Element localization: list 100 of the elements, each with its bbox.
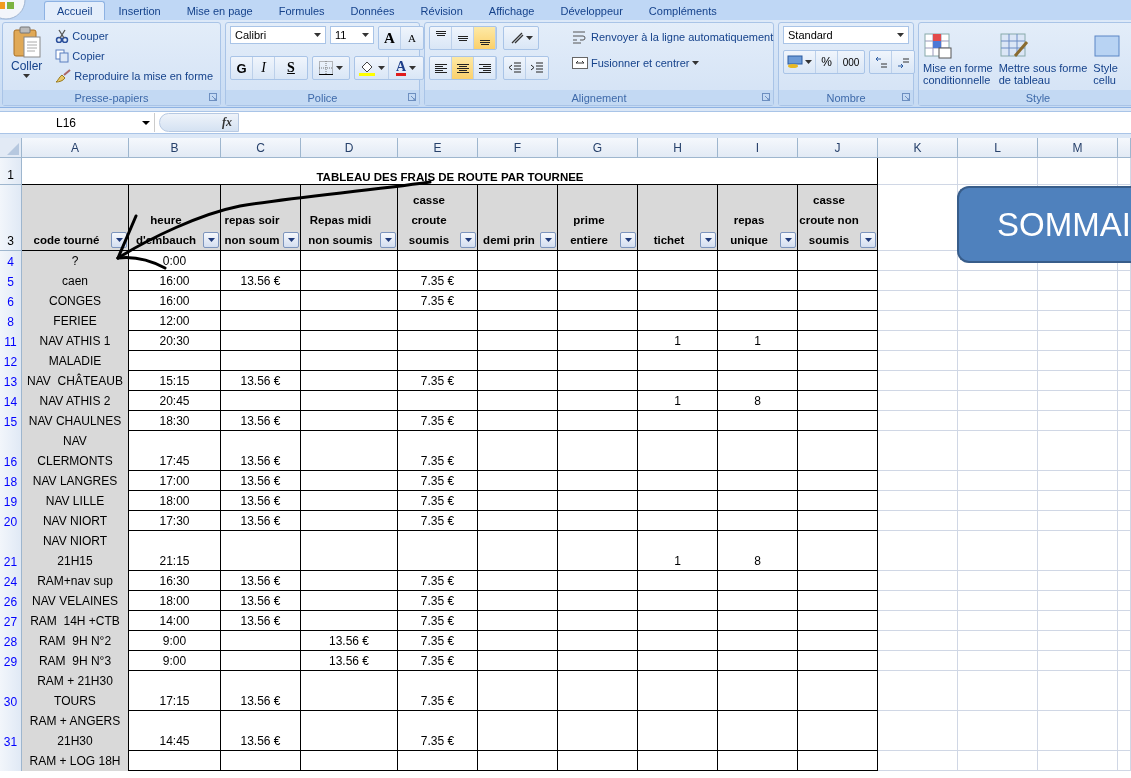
ribbon-tab[interactable]: Affichage (475, 1, 548, 20)
number-format-field[interactable]: Standard (783, 26, 909, 44)
format-painter-button[interactable]: Reproduire la mise en forme (52, 67, 217, 85)
shrink-font-button[interactable]: A (401, 27, 423, 49)
table-cell-text: 7.35 € (420, 593, 455, 610)
filter-button[interactable] (780, 232, 796, 248)
name-box[interactable]: L16 (0, 113, 155, 132)
filter-button[interactable] (860, 232, 876, 248)
cut-button[interactable]: Couper (52, 27, 217, 45)
row-header[interactable]: 20 (0, 511, 22, 532)
paste-button[interactable]: Coller (7, 26, 47, 87)
paintbrush-icon (55, 69, 72, 83)
merge-center-button[interactable]: Fusionner et centrer (569, 54, 777, 72)
wrap-text-icon (572, 30, 588, 44)
dropdown-arrow-icon (704, 238, 712, 242)
column-header[interactable]: J (798, 138, 878, 158)
row-header[interactable]: 29 (0, 651, 22, 672)
column-header[interactable]: C (221, 138, 301, 158)
filter-button[interactable] (203, 232, 219, 248)
row-header[interactable]: 30 (0, 671, 22, 712)
bold-button[interactable]: G (231, 57, 253, 79)
table-cell-text: 1 (674, 553, 681, 570)
column-header[interactable]: G (558, 138, 638, 158)
column-header[interactable]: H (638, 138, 718, 158)
ribbon-tab[interactable]: Mise en page (173, 1, 266, 20)
filter-button[interactable] (380, 232, 396, 248)
style-gallery-button[interactable]: Style cellu (1093, 26, 1124, 87)
filter-button[interactable] (283, 232, 299, 248)
column-header[interactable]: I (718, 138, 798, 158)
row-header[interactable]: 14 (0, 391, 22, 412)
table-cell-text: 16:00 (159, 273, 190, 290)
column-header[interactable]: M (1038, 138, 1118, 158)
column-header[interactable]: E (398, 138, 478, 158)
column-heading: casse croute non soumis (798, 193, 860, 248)
column-header[interactable]: F (478, 138, 558, 158)
table-cell-text: 1 (754, 333, 761, 350)
ribbon-tab[interactable]: Compléments (635, 1, 730, 20)
filter-button[interactable] (700, 232, 716, 248)
row-header[interactable]: 3 (0, 185, 22, 251)
row-header[interactable]: 6 (0, 291, 22, 312)
percent-button[interactable]: % (816, 51, 838, 73)
row-header[interactable]: 1 (0, 158, 22, 185)
style-gallery-button[interactable]: Mise en forme conditionnelle (923, 26, 993, 87)
font-name-field[interactable]: Calibri (230, 26, 326, 44)
filter-button[interactable] (540, 232, 556, 248)
row-header[interactable]: 31 (0, 711, 22, 752)
column-header[interactable]: K (878, 138, 958, 158)
row-header[interactable]: 27 (0, 611, 22, 632)
row-header[interactable]: 5 (0, 271, 22, 292)
row-header[interactable]: 13 (0, 371, 22, 392)
italic-button[interactable]: I (253, 57, 275, 79)
row-header[interactable]: 4 (0, 251, 22, 272)
copy-button[interactable]: Copier (52, 47, 217, 65)
table-cell-text: 13.56 € (240, 373, 281, 390)
table-cell-text: 13.56 € (328, 633, 369, 650)
table-cell-text: 7.35 € (420, 513, 455, 530)
font-size-field[interactable]: 11 (330, 26, 374, 44)
table-cell-text: 16:00 (159, 293, 190, 310)
row-header[interactable]: 11 (0, 331, 22, 352)
clipboard-icon (11, 26, 42, 58)
filter-button[interactable] (620, 232, 636, 248)
table-cell-text: 13.56 € (240, 613, 281, 630)
style-gallery-button[interactable]: Mettre sous forme de tableau (998, 26, 1088, 87)
row-header[interactable]: 18 (0, 471, 22, 492)
row-header[interactable]: 19 (0, 491, 22, 512)
column-header[interactable]: B (129, 138, 221, 158)
row-header[interactable]: 24 (0, 571, 22, 592)
row-label: NAV LILLE (45, 493, 105, 510)
row-header[interactable]: 21 (0, 531, 22, 572)
column-header[interactable]: D (301, 138, 398, 158)
insert-function-button[interactable]: fx (159, 113, 239, 132)
row-header[interactable]: 26 (0, 591, 22, 612)
row-label: RAM + 21H30 TOURS (37, 673, 113, 710)
column-heading: code tourné (32, 233, 101, 248)
row-header[interactable]: 12 (0, 351, 22, 372)
row-header[interactable]: 8 (0, 311, 22, 332)
table-cell-text: 15:15 (159, 373, 190, 390)
ribbon-tab[interactable]: Développeur (547, 1, 636, 20)
align-bottom-button[interactable] (474, 27, 496, 49)
ribbon-tab[interactable]: Données (337, 1, 408, 20)
row-header[interactable]: 15 (0, 411, 22, 432)
table-cell-text: 13.56 € (240, 693, 281, 710)
align-center-button[interactable] (452, 57, 474, 79)
caret-icon (805, 60, 812, 64)
filter-button[interactable] (460, 232, 476, 248)
row-header[interactable]: 16 (0, 431, 22, 472)
ribbon-tab[interactable]: Insertion (105, 1, 174, 20)
column-heading: repas soir non soum (223, 213, 281, 248)
sommaire-shape[interactable]: SOMMAI (957, 186, 1131, 263)
wrap-text-button[interactable]: Renvoyer à la ligne automatiquement (569, 28, 777, 46)
grow-font-button[interactable]: A (379, 27, 401, 49)
row-header[interactable]: 28 (0, 631, 22, 652)
underline-button[interactable]: S (275, 57, 307, 79)
column-header[interactable]: A (22, 138, 129, 158)
ribbon-tab[interactable]: Accueil (44, 1, 106, 20)
ribbon-tab[interactable]: Révision (407, 1, 476, 20)
column-header[interactable]: L (958, 138, 1038, 158)
thousands-button[interactable]: 000 (838, 51, 864, 73)
ribbon-tab[interactable]: Formules (265, 1, 338, 20)
currency-button[interactable] (784, 51, 816, 73)
